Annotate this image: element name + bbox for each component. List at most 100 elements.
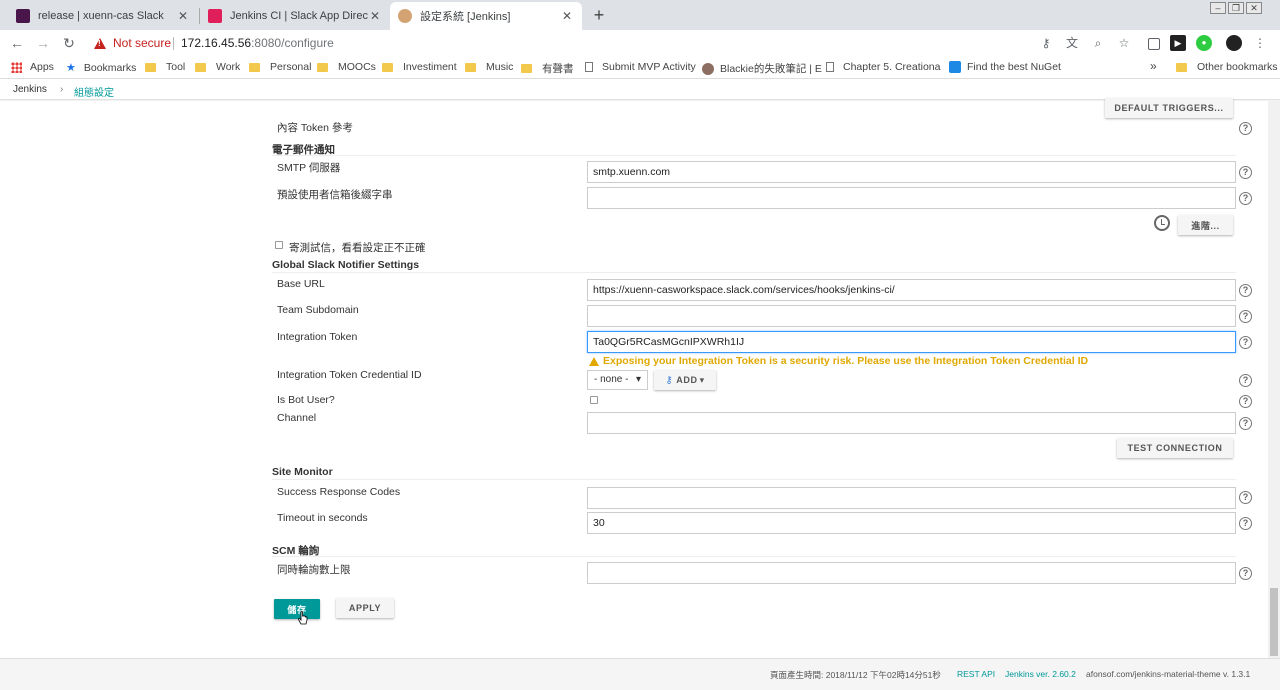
default-triggers-button[interactable]: DEFAULT TRIGGERS... — [1105, 98, 1233, 118]
breadcrumb-configure[interactable]: 組態設定 — [74, 84, 114, 99]
email-suffix-input[interactable] — [587, 187, 1236, 209]
bookmark-work[interactable]: Work — [195, 61, 240, 73]
translate-icon[interactable]: 文 — [1064, 35, 1080, 51]
folder-icon — [1176, 62, 1187, 72]
bookmark-moocs[interactable]: MOOCs — [317, 61, 376, 73]
help-icon[interactable]: ? — [1239, 395, 1252, 408]
close-icon[interactable]: ✕ — [368, 9, 382, 23]
bookmark-label: MOOCs — [338, 61, 376, 73]
bookmarks-overflow-chevron-icon[interactable]: » — [1150, 59, 1157, 73]
rest-api-link[interactable]: REST API — [957, 669, 995, 679]
jenkins-version-link[interactable]: Jenkins ver. 2.60.2 — [1005, 669, 1076, 679]
bookmark-music[interactable]: Music — [465, 61, 513, 73]
bookmark-label: Apps — [30, 61, 54, 73]
bookmark-audiobooks[interactable]: 有聲書 — [521, 61, 574, 76]
forward-arrow-icon[interactable]: → — [34, 34, 52, 52]
tab-jenkins-configure[interactable]: 設定系統 [Jenkins] ✕ — [390, 2, 582, 30]
bookmark-blackie[interactable]: Blackie的失敗筆記 | E — [702, 61, 822, 76]
minimize-icon[interactable]: – — [1210, 2, 1226, 14]
folder-icon — [249, 62, 260, 72]
test-connection-button[interactable]: TEST CONNECTION — [1117, 438, 1233, 458]
history-icon[interactable] — [1154, 215, 1170, 231]
smtp-label: SMTP 伺服器 — [277, 162, 341, 174]
help-icon[interactable]: ? — [1239, 192, 1252, 205]
advanced-button[interactable]: 進階... — [1178, 215, 1233, 235]
reload-icon[interactable]: ↻ — [60, 34, 78, 52]
help-icon[interactable]: ? — [1239, 336, 1252, 349]
page-scrollbar[interactable] — [1268, 101, 1280, 658]
help-icon[interactable]: ? — [1239, 310, 1252, 323]
line-extension-icon[interactable]: ● — [1196, 35, 1212, 51]
bookmark-label: Bookmarks — [83, 61, 137, 74]
restore-icon[interactable]: ❐ — [1228, 2, 1244, 14]
help-icon[interactable]: ? — [1239, 374, 1252, 387]
bookmark-submit-mvp[interactable]: Submit MVP Activity — [585, 61, 696, 73]
profile-avatar-icon[interactable] — [1226, 35, 1242, 51]
timeout-input[interactable]: 30 — [587, 512, 1236, 534]
breadcrumb-separator: › — [60, 84, 64, 95]
save-button[interactable]: 儲存 — [274, 599, 320, 619]
folder-icon — [195, 62, 206, 72]
success-codes-label: Success Response Codes — [277, 486, 401, 498]
test-mail-checkbox[interactable] — [275, 241, 283, 249]
bookmark-tool[interactable]: Tool — [145, 61, 185, 73]
window-close-icon[interactable]: ✕ — [1246, 2, 1262, 14]
base-url-label: Base URL — [277, 278, 325, 290]
smtp-server-input[interactable]: smtp.xuenn.com — [587, 161, 1236, 183]
chevron-down-icon: ▾ — [635, 374, 641, 385]
channel-input[interactable] — [587, 412, 1236, 434]
tab-title: Jenkins CI | Slack App Directory — [230, 10, 368, 22]
help-icon[interactable]: ? — [1239, 417, 1252, 430]
tab-slack-app-directory[interactable]: Jenkins CI | Slack App Directory ✕ — [200, 2, 390, 30]
bookmark-personal[interactable]: Personal — [249, 61, 311, 73]
close-icon[interactable]: ✕ — [176, 9, 190, 23]
credential-id-label: Integration Token Credential ID — [277, 369, 422, 381]
help-icon[interactable]: ? — [1239, 491, 1252, 504]
help-icon[interactable]: ? — [1239, 517, 1252, 530]
bookmark-other[interactable]: Other bookmarks — [1176, 61, 1278, 73]
integration-token-input[interactable]: Ta0QGr5RCasMGcnIPXWRh1IJ — [587, 331, 1236, 353]
browser-toolbar: ← → ↻ Not secure 172.16.45.56:8080/confi… — [0, 30, 1280, 56]
zoom-icon[interactable]: ⌕ — [1090, 35, 1106, 51]
scm-max-input[interactable] — [587, 562, 1236, 584]
bookmark-nuget[interactable]: Find the best NuGet — [949, 61, 1061, 73]
address-bar[interactable]: 172.16.45.56:8080/configure — [181, 36, 334, 50]
new-tab-button[interactable]: + — [590, 5, 608, 26]
help-icon[interactable]: ? — [1239, 284, 1252, 297]
credential-select[interactable]: - none - ▾ — [587, 370, 648, 390]
bookmark-apps[interactable]: Apps — [11, 61, 54, 73]
bookmark-bookmarks[interactable]: ★ Bookmarks — [66, 61, 137, 75]
theme-link[interactable]: afonsof.com/jenkins-material-theme v. 1.… — [1086, 669, 1250, 679]
security-indicator[interactable]: Not secure — [94, 36, 171, 50]
page-icon — [826, 62, 834, 72]
media-extension-icon[interactable]: ▶ — [1170, 35, 1186, 51]
help-icon[interactable]: ? — [1239, 567, 1252, 580]
base-url-input[interactable]: https://xuenn-casworkspace.slack.com/ser… — [587, 279, 1236, 301]
tab-slack-release[interactable]: release | xuenn-cas Slack ✕ — [8, 2, 198, 30]
bookmark-chapter5[interactable]: Chapter 5. Creationa — [826, 61, 940, 73]
bookmark-star-icon[interactable]: ☆ — [1116, 35, 1132, 51]
bookmark-investiment[interactable]: Investiment — [382, 61, 457, 73]
add-credential-button[interactable]: ⚷ ADD ▾ — [654, 370, 716, 390]
team-subdomain-input[interactable] — [587, 305, 1236, 327]
apply-button[interactable]: APPLY — [336, 598, 394, 618]
bookmarks-bar: Apps ★ Bookmarks Tool Work Personal MOOCs… — [0, 57, 1280, 79]
key-icon[interactable]: ⚷ — [1038, 35, 1054, 51]
bookmark-label: Investiment — [403, 61, 457, 73]
success-codes-input[interactable] — [587, 487, 1236, 509]
help-icon[interactable]: ? — [1239, 166, 1252, 179]
hand-cursor-icon — [298, 611, 308, 625]
breadcrumb-jenkins[interactable]: Jenkins — [13, 84, 47, 95]
bookmark-label: Find the best NuGet — [967, 61, 1061, 73]
bot-user-checkbox[interactable] — [590, 396, 598, 404]
back-arrow-icon[interactable]: ← — [8, 34, 26, 52]
site-monitor-section-title: Site Monitor — [272, 466, 333, 478]
menu-kebab-icon[interactable]: ⋮ — [1252, 35, 1268, 51]
chevron-down-icon: ▾ — [699, 374, 705, 385]
scrollbar-thumb[interactable] — [1270, 588, 1278, 656]
breadcrumb: Jenkins › 組態設定 — [0, 80, 1280, 100]
section-divider — [272, 479, 1236, 480]
close-icon[interactable]: ✕ — [560, 9, 574, 23]
extension-icon[interactable] — [1148, 38, 1160, 50]
help-icon[interactable]: ? — [1239, 122, 1252, 135]
